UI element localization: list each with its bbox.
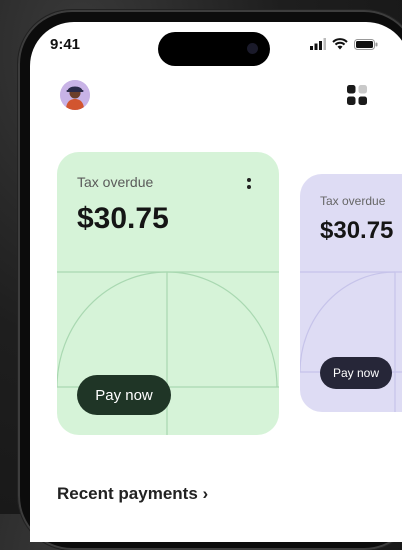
- recent-payments-link[interactable]: Recent payments ›: [57, 484, 208, 504]
- card-amount: $30.75: [77, 202, 169, 235]
- card-label: Tax overdue: [77, 174, 154, 190]
- wifi-icon: [332, 38, 348, 50]
- grid-icon[interactable]: [346, 84, 368, 106]
- card-amount: $30.75: [320, 217, 394, 244]
- tax-card[interactable]: Tax overdue $30.75 Pay now: [57, 152, 279, 435]
- dynamic-island: [158, 32, 270, 66]
- avatar-image: [60, 80, 90, 110]
- status-time: 9:41: [50, 36, 81, 53]
- tax-card-secondary[interactable]: Tax overdue $30.75 Pay now: [300, 174, 402, 412]
- pay-now-button[interactable]: Pay now: [320, 357, 392, 389]
- pay-now-button[interactable]: Pay now: [77, 375, 171, 415]
- chevron-right-icon: ›: [202, 484, 209, 503]
- camera-icon: [247, 43, 258, 54]
- card-label: Tax overdue: [320, 194, 386, 208]
- avatar[interactable]: [60, 80, 90, 110]
- signal-icon: [310, 38, 326, 50]
- battery-icon: [354, 39, 378, 50]
- phone-screen: 9:41 Tax overdue $30.75 Pay now Tax over…: [30, 22, 402, 542]
- recent-payments-label: Recent payments: [57, 484, 198, 503]
- more-vertical-icon[interactable]: [243, 174, 255, 196]
